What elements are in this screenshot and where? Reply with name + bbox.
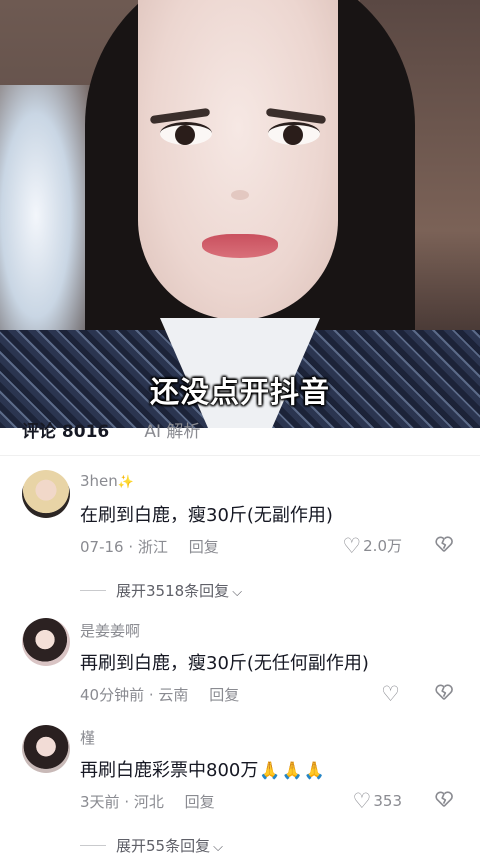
comment-tabs: 评论 8016 AI 解析 [22, 422, 230, 442]
right-eye [268, 122, 320, 145]
face [138, 0, 338, 320]
pray-emoji: 🙏 [303, 761, 325, 781]
comment-meta: 07-16 · 浙江 回复 [80, 538, 219, 556]
like-button[interactable]: ♡ [381, 682, 402, 706]
comment-text[interactable]: 再刷到白鹿，瘦30斤(无任何副作用) [80, 649, 369, 675]
pray-emoji: 🙏 [281, 761, 303, 781]
broken-heart-icon[interactable] [433, 533, 455, 555]
heart-outline-icon: ♡ [352, 789, 372, 813]
expand-line [80, 845, 106, 846]
comment-location: 浙江 [137, 538, 168, 556]
tab-comments[interactable]: 评论 8016 [22, 422, 109, 442]
reply-button[interactable]: 回复 [185, 793, 215, 811]
comment-date: 07-16 [80, 538, 124, 556]
expand-line [80, 590, 106, 591]
heart-outline-icon: ♡ [381, 682, 400, 706]
tabs-divider [0, 455, 480, 456]
video-player[interactable]: 还没点开抖音 [0, 0, 480, 428]
comment-nickname[interactable]: 槿 [80, 727, 95, 748]
tab-ai-analysis[interactable]: AI 解析 [144, 422, 200, 442]
like-button[interactable]: ♡ 353 [353, 789, 402, 813]
nose [231, 190, 249, 200]
like-button[interactable]: ♡ 2.0万 [342, 534, 402, 558]
broken-heart-icon[interactable] [433, 788, 455, 810]
comment-meta: 3天前 · 河北 回复 [80, 793, 215, 811]
reply-button[interactable]: 回复 [209, 686, 239, 704]
comment-nickname[interactable]: 3hen✨ [80, 472, 134, 490]
avatar[interactable] [22, 618, 70, 666]
comment-date: 3天前 [80, 793, 120, 811]
avatar[interactable] [22, 470, 70, 518]
expand-replies-button[interactable]: 展开3518条回复 ⌵ [80, 580, 242, 601]
comment-location: 河北 [133, 793, 164, 811]
comment-meta: 40分钟前 · 云南 回复 [80, 686, 240, 704]
comment-location: 云南 [158, 686, 189, 704]
like-count: 353 [373, 792, 402, 810]
like-count: 2.0万 [363, 537, 402, 555]
comment-date: 40分钟前 [80, 686, 145, 704]
avatar[interactable] [22, 725, 70, 773]
sparkle-icon: ✨ [117, 475, 134, 490]
left-eye [160, 122, 212, 145]
video-caption: 还没点开抖音 [149, 375, 330, 409]
comment-text[interactable]: 在刷到白鹿，瘦30斤(无副作用) [80, 501, 333, 527]
heart-outline-icon: ♡ [342, 534, 362, 558]
comment-nickname[interactable]: 是姜姜啊 [80, 620, 140, 641]
comment-text[interactable]: 再刷白鹿彩票中800万🙏🙏🙏 [80, 756, 325, 782]
broken-heart-icon[interactable] [433, 681, 455, 703]
reply-button[interactable]: 回复 [189, 538, 219, 556]
pray-emoji: 🙏 [259, 761, 281, 781]
chevron-down-icon: ⌵ [232, 585, 243, 600]
lips [202, 234, 278, 258]
